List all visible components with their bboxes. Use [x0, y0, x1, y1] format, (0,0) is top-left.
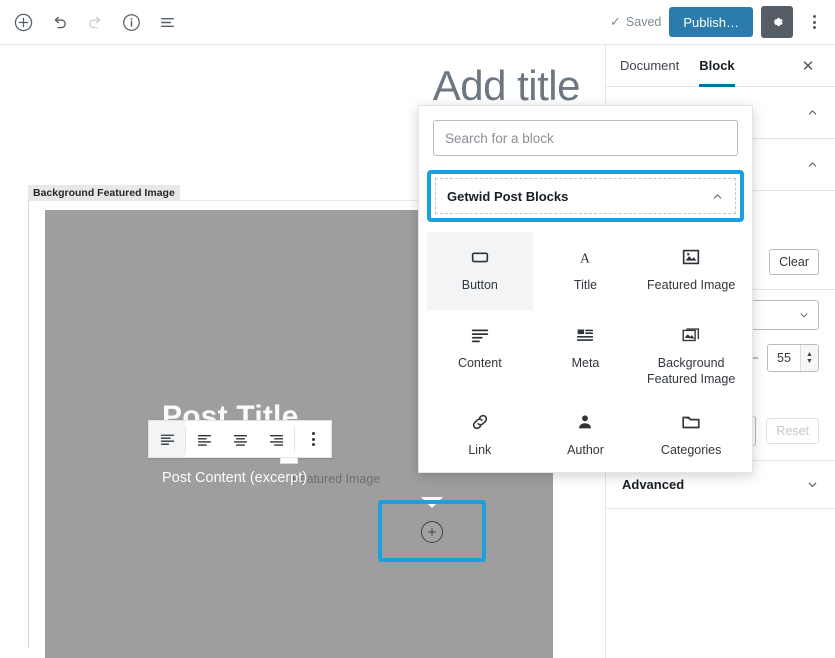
tab-block[interactable]: Block: [699, 45, 734, 87]
tab-document[interactable]: Document: [620, 45, 679, 87]
add-block-appender-icon[interactable]: +: [421, 521, 443, 543]
number-spinner[interactable]: ▲ ▼: [800, 345, 818, 371]
publish-button[interactable]: Publish…: [669, 7, 753, 37]
toolbar-tail: [280, 458, 298, 464]
title-icon: A: [574, 244, 596, 270]
align-left-icon[interactable]: [186, 421, 222, 457]
inserter-block-label: Content: [457, 356, 502, 370]
inserter-block-meta[interactable]: Meta: [533, 310, 639, 397]
post-title-placeholder[interactable]: Add title: [0, 62, 581, 110]
inserter-block-label: Featured Image: [647, 278, 736, 292]
align-center-icon[interactable]: [222, 421, 258, 457]
svg-text:A: A: [581, 251, 591, 266]
inserter-block-label: Author: [567, 443, 604, 458]
saved-check-icon: ✓: [610, 14, 621, 29]
list-view-icon[interactable]: [150, 5, 184, 39]
background-featured-image-icon: [680, 322, 702, 348]
chevron-down-icon: [806, 478, 819, 491]
meta-icon: [574, 322, 596, 348]
editor-top-bar: ✓ Saved Publish…: [0, 0, 835, 45]
saved-label: Saved: [625, 15, 662, 29]
inserter-block-featured-image[interactable]: Featured Image: [638, 232, 744, 310]
top-bar-right-tools: ✓ Saved Publish…: [610, 6, 835, 38]
more-options-icon[interactable]: [295, 421, 331, 457]
range-number-input[interactable]: 55 ▲ ▼: [767, 344, 819, 372]
range-number-value: 55: [777, 351, 791, 365]
undo-icon[interactable]: [42, 5, 76, 39]
inserter-block-grid: Button A Title Featured Image Content Me…: [419, 222, 752, 475]
block-inserter-popover: Search for a block Getwid Post Blocks Bu…: [418, 105, 753, 473]
preview-post-excerpt: Post Content (excerpt): [162, 470, 308, 486]
sidebar-tabs: Document Block ✕: [606, 45, 835, 87]
inserter-block-label: Categories: [660, 443, 722, 458]
inserter-block-label: Meta: [571, 356, 600, 370]
search-input[interactable]: Search for a block: [433, 120, 738, 156]
inserter-block-label: Background Featured Image: [647, 356, 736, 386]
add-block-icon[interactable]: [6, 5, 40, 39]
inserter-block-background-featured-image[interactable]: Background Featured Image: [638, 310, 744, 397]
font-size-reset-button[interactable]: Reset: [766, 418, 819, 444]
chevron-down-icon: [798, 309, 810, 321]
ellipsis-vertical-icon[interactable]: [801, 6, 827, 38]
inserter-block-label: Link: [468, 443, 492, 458]
featured-image-icon: [680, 244, 702, 270]
inserter-block-categories[interactable]: Categories: [638, 397, 744, 475]
inserter-block-label: Title: [573, 278, 598, 292]
block-type-icon[interactable]: [149, 421, 185, 457]
button-icon: [469, 244, 491, 270]
inserter-block-label: Button: [461, 278, 498, 292]
inserter-block-author[interactable]: Author: [533, 397, 639, 475]
search-placeholder: Search for a block: [445, 130, 554, 146]
categories-icon: [680, 409, 702, 435]
inserter-block-title[interactable]: A Title: [533, 232, 639, 310]
chevron-up-icon: [711, 190, 724, 203]
chevron-up-icon: [806, 158, 819, 171]
chevron-up-icon: [806, 106, 819, 119]
inserter-category-getwid-post-blocks[interactable]: Getwid Post Blocks: [435, 178, 736, 214]
author-icon: [574, 409, 596, 435]
link-icon: [469, 409, 491, 435]
close-icon[interactable]: ✕: [795, 53, 821, 79]
inserter-block-content[interactable]: Content: [427, 310, 533, 397]
category-highlight-outline: Getwid Post Blocks: [427, 170, 744, 222]
gear-icon[interactable]: [761, 6, 793, 38]
inserter-block-button[interactable]: Button: [427, 232, 533, 310]
info-icon[interactable]: [114, 5, 148, 39]
inserter-block-link[interactable]: Link: [427, 397, 533, 475]
content-icon: [469, 322, 491, 348]
save-status: ✓ Saved: [610, 14, 661, 30]
align-right-icon[interactable]: [258, 421, 294, 457]
category-label: Getwid Post Blocks: [447, 188, 569, 204]
redo-icon[interactable]: [78, 5, 112, 39]
advanced-panel-title: Advanced: [622, 477, 685, 492]
top-bar-left-tools: [0, 5, 184, 39]
block-toolbar: [148, 420, 332, 458]
clear-button[interactable]: Clear: [769, 249, 819, 275]
